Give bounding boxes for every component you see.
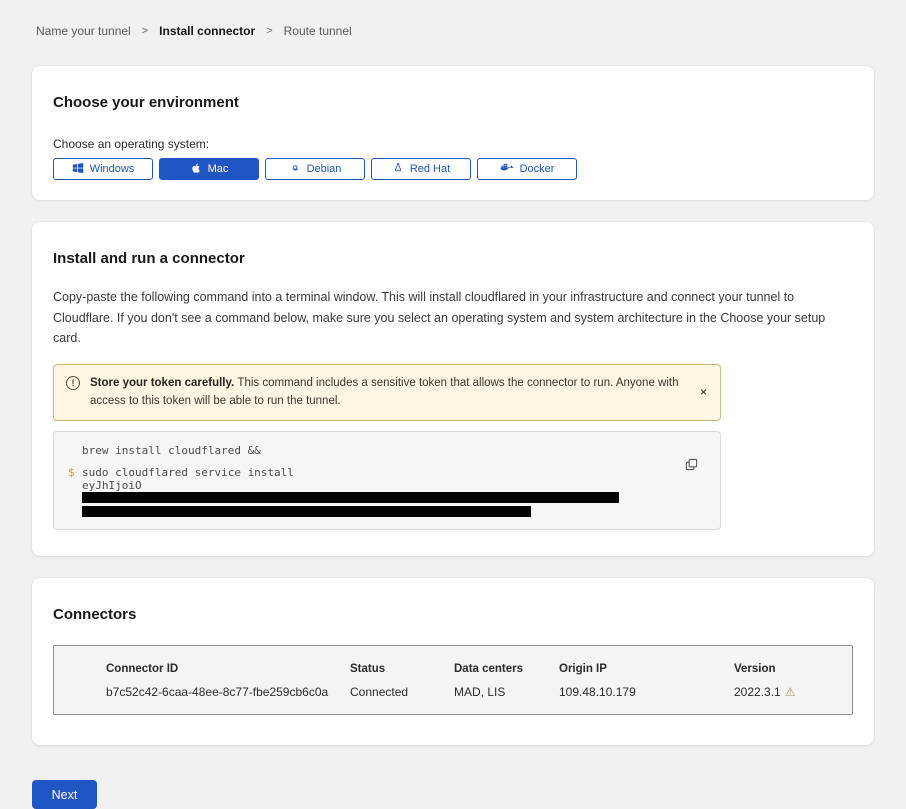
os-button-redhat[interactable]: Red Hat: [371, 158, 471, 180]
prompt-spacer: [68, 479, 82, 505]
os-button-windows[interactable]: Windows: [53, 158, 153, 180]
tunnel-setup-page: Name your tunnel > Install connector > R…: [0, 0, 906, 809]
install-connector-card: Install and run a connector Copy-paste t…: [32, 222, 874, 556]
alert-circle-icon: !: [66, 376, 80, 390]
copy-icon[interactable]: [685, 458, 698, 471]
next-button[interactable]: Next: [32, 780, 97, 809]
os-button-mac[interactable]: Mac: [159, 158, 259, 180]
prompt-spacer: [68, 444, 82, 457]
column-header-status: Status: [350, 663, 454, 685]
os-button-debian[interactable]: Debian: [265, 158, 365, 180]
code-line-token: eyJhIjoiO: [68, 479, 674, 505]
code-line-token-2: [68, 505, 674, 517]
shell-prompt: $: [68, 466, 82, 479]
choose-environment-card: Choose your environment Choose an operat…: [32, 66, 874, 200]
connectors-card-title: Connectors: [53, 606, 853, 623]
debian-icon: [289, 162, 301, 177]
code-line-sudo: $ sudo cloudflared service install: [68, 466, 674, 479]
redacted-token-bar: [82, 506, 531, 517]
token-warning-banner: ! Store your token carefully. This comma…: [53, 364, 721, 421]
column-header-origin-ip: Origin IP: [559, 663, 734, 685]
breadcrumb-separator: >: [266, 25, 272, 37]
os-button-docker[interactable]: Docker: [477, 158, 577, 180]
data-centers-value: MAD, LIS: [454, 685, 559, 699]
token-text: eyJhIjoiO: [82, 479, 674, 505]
version-cell: 2022.3.1 ⚠: [734, 685, 842, 699]
connectors-table: Connector ID Status Data centers Origin …: [53, 645, 853, 715]
install-description: Copy-paste the following command into a …: [53, 287, 853, 349]
breadcrumb-install-connector[interactable]: Install connector: [159, 24, 255, 38]
breadcrumb: Name your tunnel > Install connector > R…: [36, 24, 874, 38]
warning-title: Store your token carefully.: [90, 377, 237, 389]
code-line-brew: brew install cloudflared &&: [68, 444, 674, 457]
os-button-group: Windows Mac Debian Red Hat: [53, 158, 853, 180]
os-button-label: Docker: [520, 163, 555, 175]
apple-icon: [190, 162, 202, 177]
os-button-label: Mac: [208, 163, 229, 175]
token-prefix: eyJhIjoiO: [82, 479, 142, 492]
column-header-connector-id: Connector ID: [106, 663, 350, 685]
status-badge: Connected: [350, 685, 454, 699]
warning-text: Store your token carefully. This command…: [90, 374, 686, 411]
version-value: 2022.3.1: [734, 685, 781, 699]
redhat-icon: [392, 162, 404, 177]
close-icon[interactable]: ×: [700, 386, 707, 398]
column-header-data-centers: Data centers: [454, 663, 559, 685]
code-text: brew install cloudflared &&: [82, 444, 261, 457]
breadcrumb-separator: >: [142, 25, 148, 37]
install-card-title: Install and run a connector: [53, 250, 853, 267]
connectors-card: Connectors Connector ID Status Data cent…: [32, 578, 874, 745]
os-button-label: Red Hat: [410, 163, 450, 175]
warning-triangle-icon: ⚠: [785, 685, 796, 699]
breadcrumb-route-tunnel[interactable]: Route tunnel: [284, 24, 352, 38]
code-text: sudo cloudflared service install: [82, 466, 294, 479]
os-button-label: Windows: [90, 163, 135, 175]
terminal-command-block: brew install cloudflared && $ sudo cloud…: [53, 431, 721, 531]
breadcrumb-name-your-tunnel[interactable]: Name your tunnel: [36, 24, 131, 38]
column-header-version: Version: [734, 663, 842, 685]
environment-card-title: Choose your environment: [53, 94, 853, 111]
docker-icon: [500, 162, 514, 176]
prompt-spacer: [68, 505, 82, 517]
connector-id-value: b7c52c42-6caa-48ee-8c77-fbe259cb6c0a: [106, 685, 350, 699]
windows-icon: [72, 162, 84, 177]
os-select-label: Choose an operating system:: [53, 137, 853, 151]
os-button-label: Debian: [307, 163, 342, 175]
origin-ip-value: 109.48.10.179: [559, 685, 734, 699]
redacted-token-bar: [82, 492, 619, 503]
